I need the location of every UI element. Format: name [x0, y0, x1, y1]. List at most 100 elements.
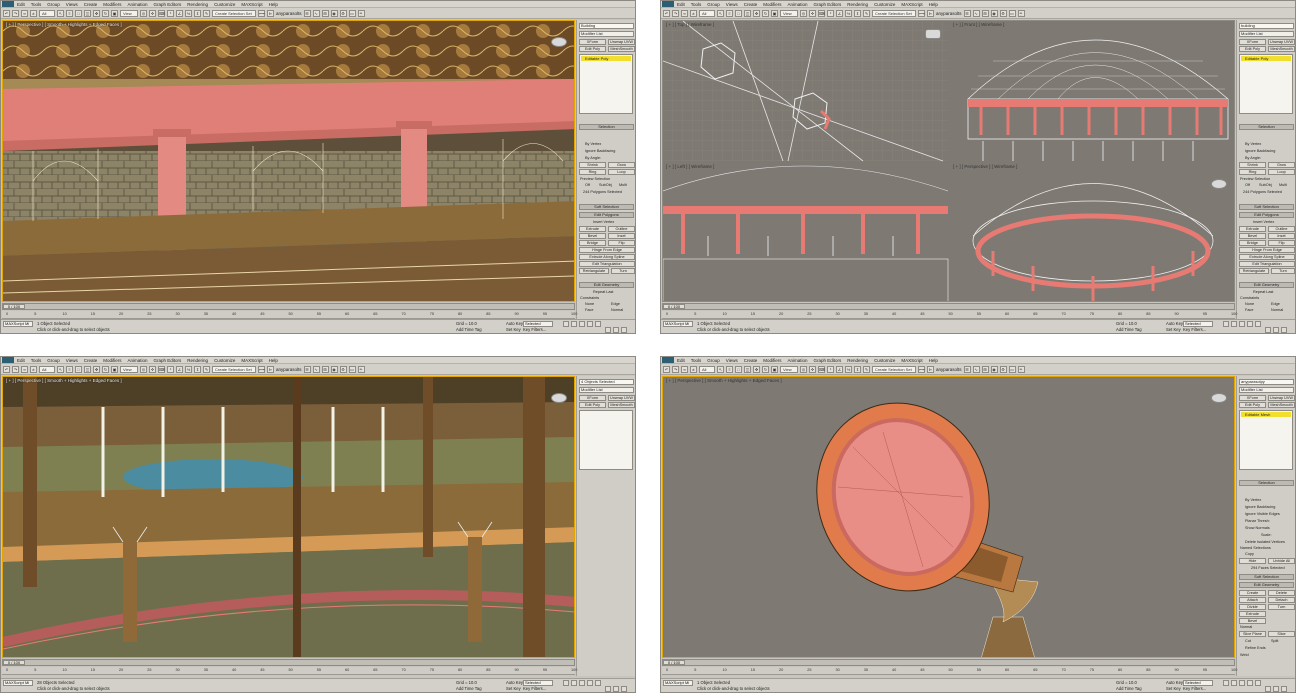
time-slider[interactable]: 0 / 100 — [662, 659, 1235, 666]
soft-selection-rollout[interactable]: Soft Selection — [1239, 574, 1294, 580]
stack-item-editable-poly[interactable]: Editable Poly — [581, 56, 631, 61]
grow-button[interactable]: Grow — [608, 162, 635, 168]
menu-create[interactable]: Create — [744, 358, 758, 363]
soft-selection-rollout[interactable]: Soft Selection — [1239, 204, 1294, 210]
extrude-button[interactable]: Extrude — [1239, 611, 1266, 617]
set-key-button[interactable]: Set Key — [506, 686, 521, 691]
orbit-icon[interactable] — [1281, 327, 1287, 333]
auto-key-button[interactable]: Auto Key — [1166, 321, 1183, 326]
menu-modifiers[interactable]: Modifiers — [763, 2, 781, 7]
align-icon[interactable]: ⊫ — [927, 9, 934, 17]
play-icon[interactable] — [1239, 321, 1245, 327]
inset-button[interactable]: Inset — [1268, 233, 1295, 239]
maxscript-listener[interactable]: MAXScript Mi — [3, 321, 33, 327]
menu-maxscript[interactable]: MAXScript — [241, 2, 262, 7]
link-icon[interactable]: ∞ — [21, 365, 28, 373]
ignore-backfacing-option[interactable]: Ignore Backfacing — [1245, 505, 1275, 509]
menu-tools[interactable]: Tools — [31, 358, 42, 363]
track-bar[interactable]: 0 5 10 15 20 25 30 35 40 45 50 55 60 65 70 75 80 85 90 95 10… — [662, 311, 1237, 319]
reference-coord-dropdown[interactable]: View — [120, 365, 138, 373]
orbit-icon[interactable] — [621, 686, 627, 692]
edit-polygons-rollout[interactable]: Edit Polygons — [1239, 212, 1294, 218]
viewcube-icon[interactable] — [551, 393, 567, 403]
rendered-frame-icon[interactable]: ▭ — [348, 365, 356, 373]
rotate-icon[interactable]: ↻ — [102, 365, 109, 373]
edit-named-sets-icon[interactable]: ✎ — [203, 365, 210, 373]
viewcube-icon[interactable] — [1211, 393, 1227, 403]
scale-icon[interactable]: ▣ — [111, 365, 118, 373]
schematic-view-icon[interactable]: ⊞ — [321, 9, 329, 17]
auto-key-button[interactable]: Auto Key — [506, 680, 523, 685]
next-frame-icon[interactable] — [587, 321, 593, 327]
previous-frame-icon[interactable] — [571, 680, 577, 686]
select-manipulate-icon[interactable]: ✣ — [149, 9, 156, 17]
play-icon[interactable] — [1239, 680, 1245, 686]
region-select-icon[interactable]: □ — [75, 9, 82, 17]
menu-group[interactable]: Group — [47, 2, 60, 7]
extrude-along-spline-button[interactable]: Extrude Along Spline — [579, 254, 635, 260]
percent-snap-icon[interactable]: % — [185, 365, 192, 373]
divide-button[interactable]: Divide — [1239, 604, 1266, 610]
link-icon[interactable]: ∞ — [21, 9, 28, 17]
previous-frame-icon[interactable] — [1231, 680, 1237, 686]
menu-edit[interactable]: Edit — [677, 2, 685, 7]
menu-views[interactable]: Views — [66, 2, 78, 7]
time-slider-thumb[interactable]: 0 / 100 — [3, 304, 25, 309]
maxscript-listener[interactable]: MAXScript Mi — [663, 321, 693, 327]
menu-help[interactable]: Help — [929, 2, 938, 7]
ignore-visible-edges-option[interactable]: Ignore Visible Edges — [1245, 512, 1280, 516]
select-by-name-icon[interactable]: ≡ — [66, 365, 73, 373]
menu-create[interactable]: Create — [84, 2, 98, 7]
zoom-icon[interactable] — [1265, 686, 1271, 692]
preview-multi-radio[interactable]: Multi — [619, 183, 627, 187]
meshsmooth-button[interactable]: MeshSmooth — [608, 402, 635, 408]
split-option[interactable]: Split — [1271, 639, 1278, 643]
selection-filter-dropdown[interactable]: All — [39, 9, 55, 17]
app-logo-icon[interactable] — [2, 1, 14, 7]
go-to-end-icon[interactable] — [595, 321, 601, 327]
selection-filter-dropdown[interactable]: All — [699, 365, 715, 373]
selection-filter-dropdown[interactable]: All — [699, 9, 715, 17]
modifier-list-dropdown[interactable]: Modifier List — [579, 387, 634, 393]
schematic-view-icon[interactable]: ⊞ — [981, 365, 989, 373]
viewport-label-perspective[interactable]: [ + ] [ Perspective ] [ Wireframe ] — [953, 164, 1017, 169]
preview-subobj-radio[interactable]: SubObj — [1259, 183, 1272, 187]
preview-off-radio[interactable]: Off — [585, 183, 590, 187]
spinner-snap-icon[interactable]: ⇕ — [194, 365, 201, 373]
snap-icon[interactable]: ³ — [827, 9, 834, 17]
menu-tools[interactable]: Tools — [691, 358, 702, 363]
render-icon[interactable]: ☕ — [1017, 365, 1025, 373]
move-icon[interactable]: ✥ — [753, 9, 760, 17]
menu-group[interactable]: Group — [707, 2, 720, 7]
curve-editor-icon[interactable]: ∿ — [972, 365, 980, 373]
pan-icon[interactable] — [613, 327, 619, 333]
select-by-name-icon[interactable]: ≡ — [726, 9, 733, 17]
rendered-frame-icon[interactable]: ▭ — [1008, 9, 1016, 17]
scale-icon[interactable]: ▣ — [771, 365, 778, 373]
render-icon[interactable]: ☕ — [357, 9, 365, 17]
mirror-icon[interactable]: ⟷ — [258, 365, 265, 373]
menu-graph-editors[interactable]: Graph Editors — [154, 358, 182, 363]
rendered-frame-icon[interactable]: ▭ — [1008, 365, 1016, 373]
turn-button[interactable]: Turn — [611, 268, 635, 274]
window-crossing-icon[interactable]: ◫ — [744, 9, 751, 17]
named-selection-dropdown[interactable]: Create Selection Set — [212, 365, 256, 373]
zoom-icon[interactable] — [605, 327, 611, 333]
select-manipulate-icon[interactable]: ✣ — [809, 9, 816, 17]
redo-icon[interactable]: ↷ — [12, 365, 19, 373]
constraint-normal-radio[interactable]: Normal — [1271, 308, 1283, 312]
previous-frame-icon[interactable] — [571, 321, 577, 327]
bridge-button[interactable]: Bridge — [1239, 240, 1266, 246]
move-icon[interactable]: ✥ — [753, 365, 760, 373]
add-time-tag-button[interactable]: Add Time Tag — [1116, 686, 1142, 691]
play-icon[interactable] — [579, 680, 585, 686]
turn-button[interactable]: Turn — [1268, 604, 1295, 610]
angle-snap-icon[interactable]: ∠ — [176, 365, 183, 373]
app-logo-icon[interactable] — [662, 1, 674, 7]
show-normals-option[interactable]: Show Normals — [1245, 526, 1270, 530]
unhide-all-button[interactable]: Unhide All — [1268, 558, 1295, 564]
preview-multi-radio[interactable]: Multi — [1279, 183, 1287, 187]
window-crossing-icon[interactable]: ◫ — [84, 9, 91, 17]
grow-button[interactable]: Grow — [1268, 162, 1295, 168]
perspective-viewport[interactable]: [ + ] [ Perspective ] [ Smooth + Highlig… — [2, 20, 575, 302]
